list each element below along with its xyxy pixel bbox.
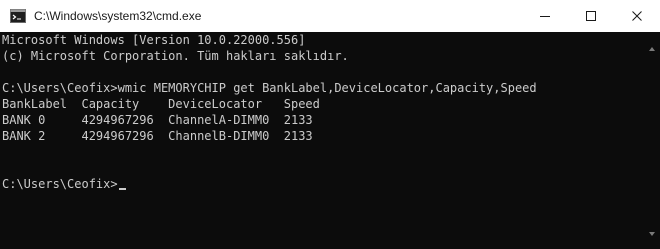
console-line: BANK 0 4294967296 ChannelA-DIMM0 2133 xyxy=(2,113,313,127)
close-button[interactable] xyxy=(614,0,660,32)
close-icon xyxy=(632,11,642,21)
window-title: C:\Windows\system32\cmd.exe xyxy=(34,9,202,23)
cmd-icon xyxy=(10,9,26,23)
text-cursor xyxy=(118,188,126,190)
minimize-button[interactable] xyxy=(522,0,568,32)
scroll-down-arrow-icon[interactable] xyxy=(649,232,655,236)
vertical-scrollbar[interactable] xyxy=(645,32,660,249)
console-line: (c) Microsoft Corporation. Tüm hakları s… xyxy=(2,49,349,63)
cmd-window: C:\Windows\system32\cmd.exe Microsoft Wi… xyxy=(0,0,660,249)
minimize-icon xyxy=(540,16,550,17)
console-line: BANK 2 4294967296 ChannelB-DIMM0 2133 xyxy=(2,129,313,143)
console-output[interactable]: Microsoft Windows [Version 10.0.22000.55… xyxy=(0,32,644,249)
prompt-text: C:\Users\Ceofix> xyxy=(2,177,118,191)
title-bar[interactable]: C:\Windows\system32\cmd.exe xyxy=(0,0,660,32)
console-line: Microsoft Windows [Version 10.0.22000.55… xyxy=(2,33,306,47)
console-line: C:\Users\Ceofix>wmic MEMORYCHIP get Bank… xyxy=(2,81,537,95)
scroll-up-arrow-icon[interactable] xyxy=(649,47,655,51)
console-line: BankLabel Capacity DeviceLocator Speed xyxy=(2,97,320,111)
prompt-line[interactable]: C:\Users\Ceofix> xyxy=(2,176,644,192)
maximize-icon xyxy=(586,11,596,21)
maximize-button[interactable] xyxy=(568,0,614,32)
